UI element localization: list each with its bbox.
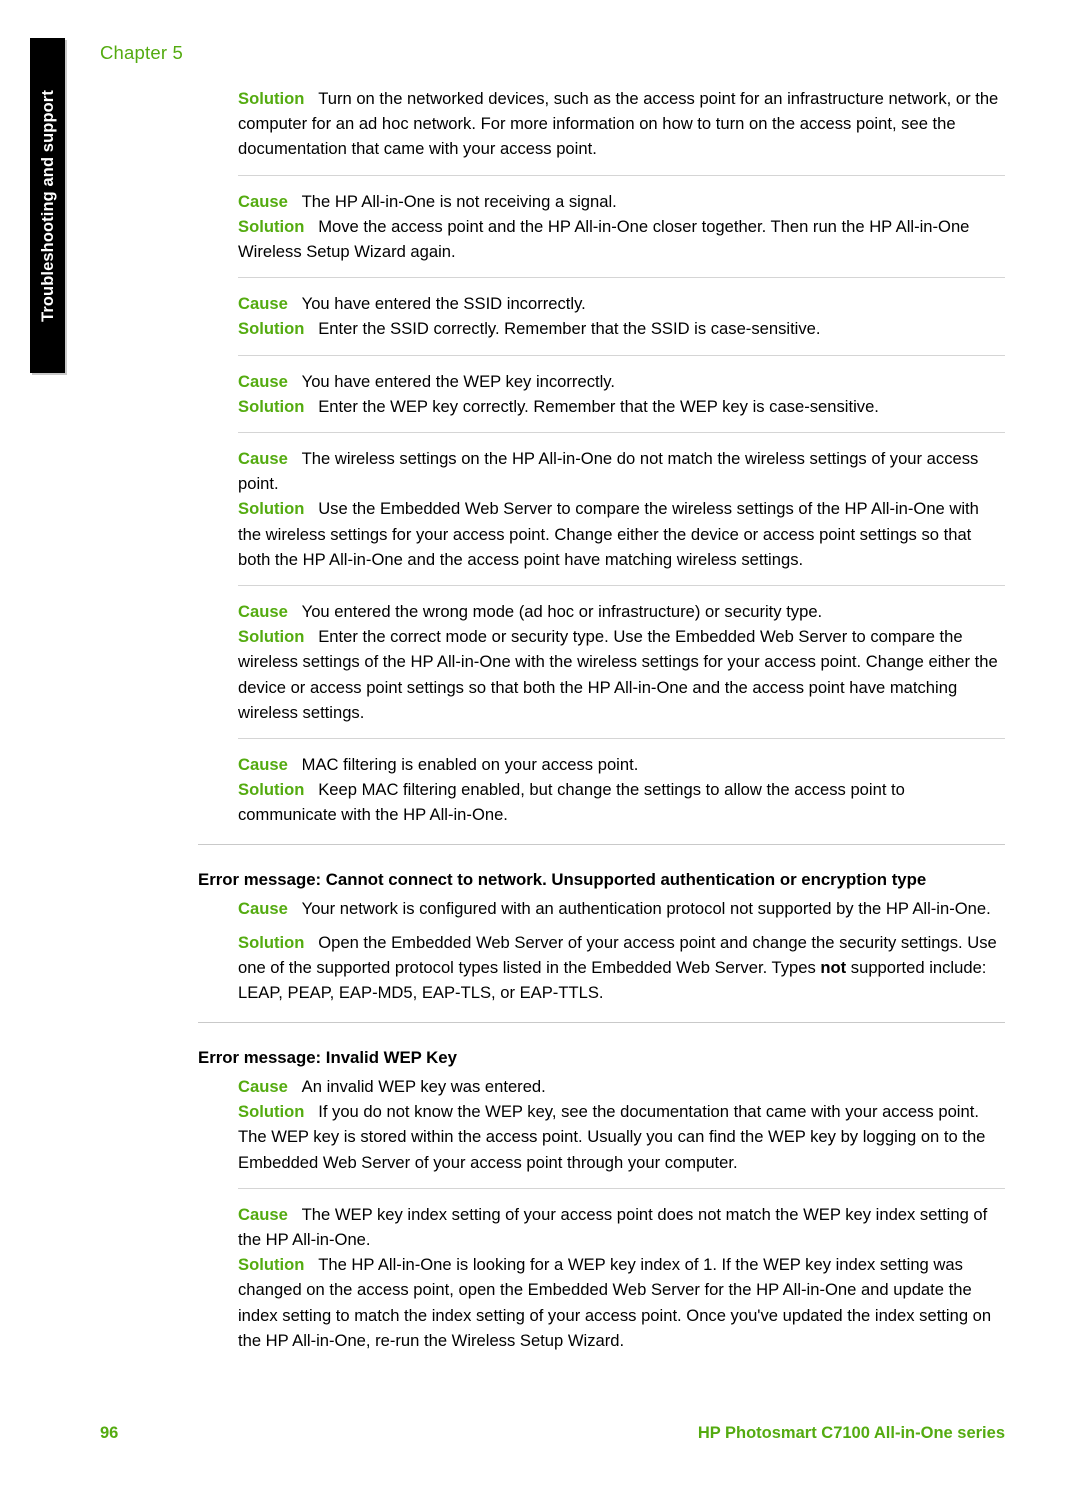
cause-paragraph: Cause The wireless settings on the HP All…	[238, 446, 1005, 496]
solution-label: Solution	[238, 780, 305, 800]
divider	[238, 1187, 1005, 1189]
cause-label: Cause	[238, 1076, 288, 1096]
cause-label: Cause	[238, 449, 288, 469]
solution-text: Keep MAC filtering enabled, but change t…	[238, 780, 905, 825]
cause-text: You have entered the SSID incorrectly.	[301, 294, 586, 314]
solution-paragraph: Solution The HP All-in-One is looking for…	[238, 1252, 1005, 1353]
qa-block: Cause MAC filtering is enabled on your ac…	[238, 752, 1005, 828]
divider	[238, 585, 1005, 587]
cause-label: Cause	[238, 755, 288, 775]
solution-label: Solution	[238, 627, 305, 647]
section-divider	[198, 1021, 1005, 1023]
cause-text: The WEP key index setting of your access…	[238, 1204, 988, 1249]
solution-paragraph: Solution Enter the SSID correctly. Rememb…	[238, 316, 1005, 341]
cause-text: The HP All-in-One is not receiving a sig…	[301, 191, 617, 211]
cause-label: Cause	[238, 191, 288, 211]
cause-paragraph: Cause Your network is configured with an …	[238, 896, 1005, 921]
cause-text: The wireless settings on the HP All-in-O…	[238, 449, 979, 494]
qa-block: Cause The HP All-in-One is not receiving …	[238, 189, 1005, 265]
solution-text: Enter the WEP key correctly. Remember th…	[318, 396, 879, 416]
cause-text: You have entered the WEP key incorrectly…	[301, 371, 615, 391]
cause-paragraph: Cause You entered the wrong mode (ad hoc …	[238, 599, 1005, 624]
side-tab-label: Troubleshooting and support	[38, 89, 57, 322]
cause-label: Cause	[238, 294, 288, 314]
solution-paragraph: Solution Enter the WEP key correctly. Rem…	[238, 394, 1005, 419]
main-content: Solution Turn on the networked devices, s…	[198, 86, 1005, 1353]
divider	[238, 354, 1005, 356]
cause-text: MAC filtering is enabled on your access …	[301, 755, 639, 775]
solution-label: Solution	[238, 1255, 305, 1275]
cause-paragraph: Cause The WEP key index setting of your a…	[238, 1202, 1005, 1252]
cause-paragraph: Cause MAC filtering is enabled on your ac…	[238, 752, 1005, 777]
solution-paragraph: Solution Open the Embedded Web Server of …	[238, 930, 1005, 1006]
qa-block: Solution Turn on the networked devices, s…	[238, 86, 1005, 162]
solution-paragraph: Solution Move the access point and the HP…	[238, 214, 1005, 264]
solution-text: If you do not know the WEP key, see the …	[238, 1102, 986, 1172]
section-divider	[198, 843, 1005, 845]
solution-emphasis: not	[820, 958, 847, 978]
divider	[238, 738, 1005, 740]
solution-label: Solution	[238, 1102, 305, 1122]
qa-block: Cause The wireless settings on the HP All…	[238, 446, 1005, 572]
qa-block: Cause The WEP key index setting of your a…	[238, 1202, 1005, 1353]
cause-paragraph: Cause You have entered the WEP key incorr…	[238, 369, 1005, 394]
document-page: Troubleshooting and support Chapter 5 So…	[0, 0, 1080, 1495]
divider	[238, 174, 1005, 176]
qa-block: Cause You entered the wrong mode (ad hoc …	[238, 599, 1005, 725]
cause-label: Cause	[238, 1204, 288, 1224]
section-heading-unsupported-auth: Error message: Cannot connect to network…	[198, 869, 927, 889]
divider	[238, 277, 1005, 279]
chapter-heading: Chapter 5	[100, 42, 184, 63]
solution-text: Move the access point and the HP All-in-…	[238, 216, 970, 262]
solution-label: Solution	[238, 319, 305, 339]
qa-block: Cause You have entered the WEP key incorr…	[238, 369, 1005, 419]
side-tab-troubleshooting: Troubleshooting and support	[30, 38, 65, 373]
solution-paragraph: Solution Use the Embedded Web Server to c…	[238, 496, 1005, 572]
solution-label: Solution	[238, 216, 305, 236]
solution-paragraph: Solution Enter the correct mode or securi…	[238, 624, 1005, 725]
solution-label: Solution	[238, 396, 305, 416]
solution-label: Solution	[238, 499, 305, 519]
cause-paragraph: Cause An invalid WEP key was entered.	[238, 1074, 1005, 1099]
footer-product-name: HP Photosmart C7100 All-in-One series	[697, 1424, 1005, 1442]
solution-text: Enter the SSID correctly. Remember that …	[318, 319, 821, 339]
cause-text: An invalid WEP key was entered.	[301, 1076, 546, 1096]
solution-text: Turn on the networked devices, such as t…	[238, 89, 999, 159]
solution-text: Use the Embedded Web Server to compare t…	[238, 499, 979, 569]
qa-block: Cause You have entered the SSID incorrect…	[238, 291, 1005, 341]
cause-paragraph: Cause You have entered the SSID incorrect…	[238, 291, 1005, 316]
solution-paragraph: Solution If you do not know the WEP key, …	[238, 1099, 1005, 1175]
qa-block: Cause An invalid WEP key was entered. Sol…	[238, 1074, 1005, 1175]
cause-text: Your network is configured with an authe…	[301, 898, 991, 918]
cause-label: Cause	[238, 371, 288, 391]
qa-block: Cause Your network is configured with an …	[238, 896, 1005, 1006]
solution-label: Solution	[238, 89, 305, 108]
solution-paragraph: Solution Turn on the networked devices, s…	[238, 86, 1005, 162]
solution-paragraph: Solution Keep MAC filtering enabled, but …	[238, 777, 1005, 827]
cause-paragraph: Cause The HP All-in-One is not receiving …	[238, 189, 1005, 214]
section-heading-invalid-wep: Error message: Invalid WEP Key	[198, 1047, 457, 1067]
cause-text: You entered the wrong mode (ad hoc or in…	[301, 602, 823, 622]
solution-text: Enter the correct mode or security type.…	[238, 627, 998, 722]
cause-label: Cause	[238, 898, 288, 918]
solution-text: The HP All-in-One is looking for a WEP k…	[238, 1255, 992, 1350]
cause-label: Cause	[238, 602, 288, 622]
footer-page-number: 96	[100, 1424, 119, 1442]
divider	[238, 432, 1005, 434]
solution-label: Solution	[238, 933, 305, 953]
page-footer: 96 HP Photosmart C7100 All-in-One series	[100, 1424, 1005, 1448]
